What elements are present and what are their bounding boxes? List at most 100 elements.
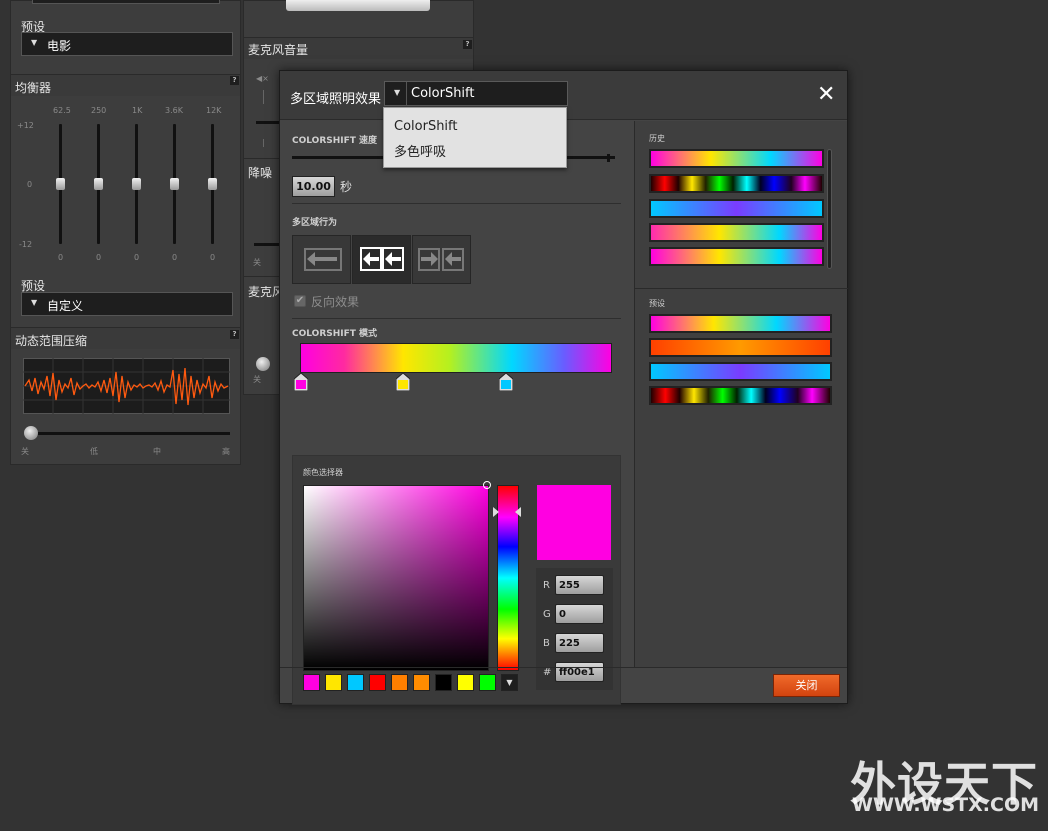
- gradient-stop-magenta[interactable]: [294, 373, 308, 391]
- eq-band-label: 62.5: [53, 106, 71, 115]
- drc-slider-knob[interactable]: [24, 426, 38, 440]
- preset-gradient-2[interactable]: [649, 338, 832, 357]
- eq-scale-top: +12: [17, 121, 34, 130]
- noise-title: 降噪: [248, 166, 273, 180]
- mic-volume-title: 麦克风音量: [248, 43, 309, 57]
- swatch-black[interactable]: [435, 674, 452, 691]
- equalizer-help-icon[interactable]: ?: [230, 76, 239, 85]
- mic-volume-help-icon[interactable]: ?: [463, 40, 472, 49]
- history-gradient-2[interactable]: [649, 174, 824, 193]
- swatch-orange-2[interactable]: [413, 674, 430, 691]
- close-button[interactable]: 关闭: [773, 674, 840, 697]
- drc-tick-label: 低: [90, 447, 98, 456]
- effect-dropdown[interactable]: ▼ ColorShift: [384, 81, 568, 106]
- top-button-edge: [286, 0, 430, 11]
- top-field-edge: [32, 0, 220, 4]
- history-gradient-3[interactable]: [649, 199, 824, 218]
- mic-2-divider: [244, 276, 280, 277]
- colorshift-gradient-bar[interactable]: [300, 343, 612, 373]
- history-gradient-4[interactable]: [649, 223, 824, 242]
- r-label: R: [543, 580, 550, 591]
- g-input[interactable]: 0: [555, 604, 604, 624]
- dropdown-arrow-icon: ▼: [31, 298, 38, 307]
- eq-scale-bottom: -12: [19, 240, 33, 249]
- preset-gradient-4[interactable]: [649, 386, 832, 405]
- arrow-left-icon: [304, 248, 342, 271]
- history-scrollbar[interactable]: [827, 149, 832, 269]
- reverse-checkbox[interactable]: ✔: [294, 295, 306, 307]
- preset-select-top[interactable]: ▼ 电影: [21, 32, 233, 56]
- eq-slider-knob[interactable]: [170, 178, 179, 190]
- preset-value: 自定义: [47, 299, 84, 313]
- behavior-button-diverge[interactable]: [412, 235, 471, 284]
- hex-label: #: [543, 667, 552, 678]
- menu-item-colorshift[interactable]: ColorShift: [394, 119, 458, 134]
- eq-slider-knob[interactable]: [56, 178, 65, 190]
- preset-gradient-1[interactable]: [649, 314, 832, 333]
- preset-gradient-3[interactable]: [649, 362, 832, 381]
- drc-tick-label: 高: [222, 447, 230, 456]
- eq-band-label: 12K: [206, 106, 222, 115]
- speed-value-field[interactable]: 10.00: [292, 176, 335, 197]
- preset-select-eq[interactable]: ▼ 自定义: [21, 292, 233, 316]
- history-label: 历史: [649, 134, 665, 143]
- close-icon[interactable]: ✕: [817, 84, 835, 106]
- diverge-arrows-icon: [418, 248, 464, 271]
- gradient-stop-yellow[interactable]: [396, 373, 410, 391]
- hex-input[interactable]: ff00e1: [555, 662, 604, 682]
- drc-help-icon[interactable]: ?: [230, 330, 239, 339]
- speed-slider-end: [607, 154, 610, 162]
- hue-marker-left-icon[interactable]: [493, 507, 499, 517]
- behavior-button-left[interactable]: [292, 235, 351, 284]
- swatch-magenta[interactable]: [303, 674, 320, 691]
- dropdown-arrow-icon: ▼: [394, 88, 401, 97]
- mode-label: COLORSHIFT 模式: [292, 329, 378, 339]
- eq-slider-knob[interactable]: [208, 178, 217, 190]
- menu-item-breathing[interactable]: 多色呼吸: [394, 141, 446, 160]
- mic-volume-track-end: [256, 121, 280, 124]
- speed-label: COLORSHIFT 速度: [292, 136, 378, 146]
- eq-band-label: 3.6K: [165, 106, 183, 115]
- noise-slider-track[interactable]: [254, 243, 280, 246]
- eq-band-value: 0: [134, 253, 140, 262]
- swatch-more-button[interactable]: ▼: [501, 674, 518, 691]
- effect-settings-pane: COLORSHIFT 速度 10.00 秒 多区域行为 ✔ 反向效果 COLOR…: [280, 121, 633, 705]
- swatch-yellow-2[interactable]: [457, 674, 474, 691]
- swatch-green[interactable]: [479, 674, 496, 691]
- eq-slider-knob[interactable]: [94, 178, 103, 190]
- eq-scale-mid: 0: [27, 180, 33, 189]
- history-gradient-1[interactable]: [649, 149, 824, 168]
- mic-volume-tick: [263, 139, 264, 147]
- swatch-orange[interactable]: [391, 674, 408, 691]
- b-input[interactable]: 225: [555, 633, 604, 653]
- saturation-value-area[interactable]: [303, 485, 489, 671]
- eq-band-label: 1K: [132, 106, 143, 115]
- eq-band-value: 0: [210, 253, 216, 262]
- eq-band-value: 0: [58, 253, 64, 262]
- waveform-display: [23, 358, 230, 414]
- drc-slider-track[interactable]: [25, 432, 230, 435]
- hue-marker-right-icon[interactable]: [515, 507, 521, 517]
- behavior-label: 多区域行为: [292, 218, 338, 228]
- divider: [292, 203, 621, 204]
- swatch-red[interactable]: [369, 674, 386, 691]
- reverse-label: 反向效果: [311, 295, 360, 309]
- effect-selected-value: ColorShift: [411, 86, 475, 101]
- history-gradient-5[interactable]: [649, 247, 824, 266]
- presets-label: 预设: [649, 299, 665, 308]
- g-label: G: [543, 609, 551, 620]
- eq-band-value: 0: [172, 253, 178, 262]
- eq-slider-knob[interactable]: [132, 178, 141, 190]
- behavior-button-converge[interactable]: [352, 235, 411, 284]
- r-input[interactable]: 255: [555, 575, 604, 595]
- swatch-yellow[interactable]: [325, 674, 342, 691]
- swatch-cyan[interactable]: [347, 674, 364, 691]
- saturation-cursor[interactable]: [483, 481, 491, 489]
- gradient-stop-cyan[interactable]: [499, 373, 513, 391]
- picker-label: 颜色选择器: [303, 468, 343, 477]
- speed-unit: 秒: [340, 180, 353, 194]
- mic-2-slider-knob[interactable]: [256, 357, 270, 371]
- effect-dropdown-menu: ColorShift 多色呼吸: [383, 107, 567, 168]
- mic-volume-tick: [263, 90, 264, 104]
- equalizer-title: 均衡器: [15, 81, 52, 95]
